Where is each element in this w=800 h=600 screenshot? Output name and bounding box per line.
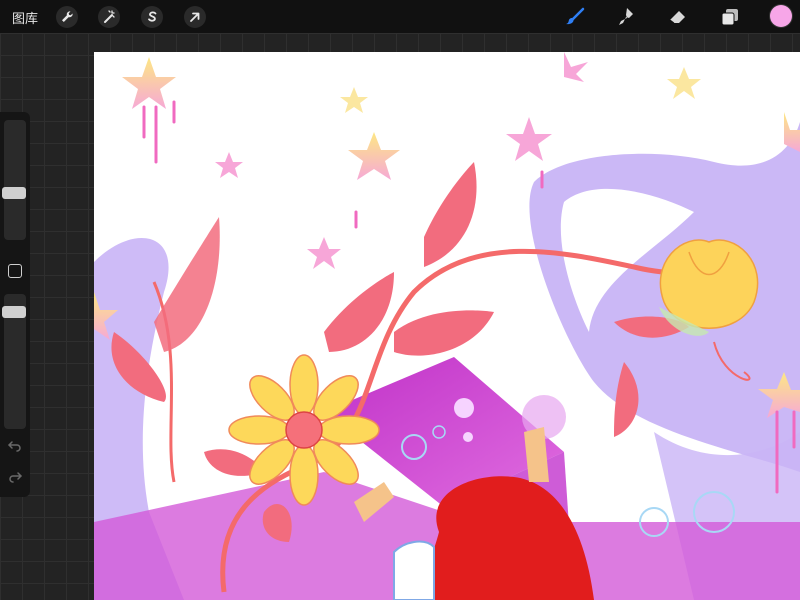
color-picker-swatch[interactable] [770, 5, 792, 27]
gallery-button[interactable]: 图库 [12, 8, 38, 27]
wrench-icon[interactable] [55, 5, 79, 29]
magic-wand-icon[interactable] [97, 5, 121, 29]
undo-icon[interactable] [7, 437, 23, 453]
opacity-slider[interactable] [2, 294, 26, 429]
brush-size-thumb[interactable] [2, 187, 26, 199]
smudge-icon[interactable] [613, 5, 637, 29]
top-toolbar: 图库 [0, 0, 800, 33]
selection-s-icon[interactable] [140, 5, 164, 29]
redo-icon[interactable] [7, 468, 23, 484]
opacity-thumb[interactable] [2, 306, 26, 318]
artwork-illustration [94, 52, 800, 600]
layers-icon[interactable] [718, 5, 742, 29]
side-toolbar [0, 112, 30, 497]
brush-size-slider[interactable] [2, 120, 26, 240]
modify-button[interactable] [8, 264, 22, 278]
brush-icon[interactable] [563, 5, 587, 29]
arrow-icon[interactable] [183, 5, 207, 29]
eraser-icon[interactable] [666, 5, 690, 29]
drawing-canvas[interactable] [94, 52, 800, 600]
